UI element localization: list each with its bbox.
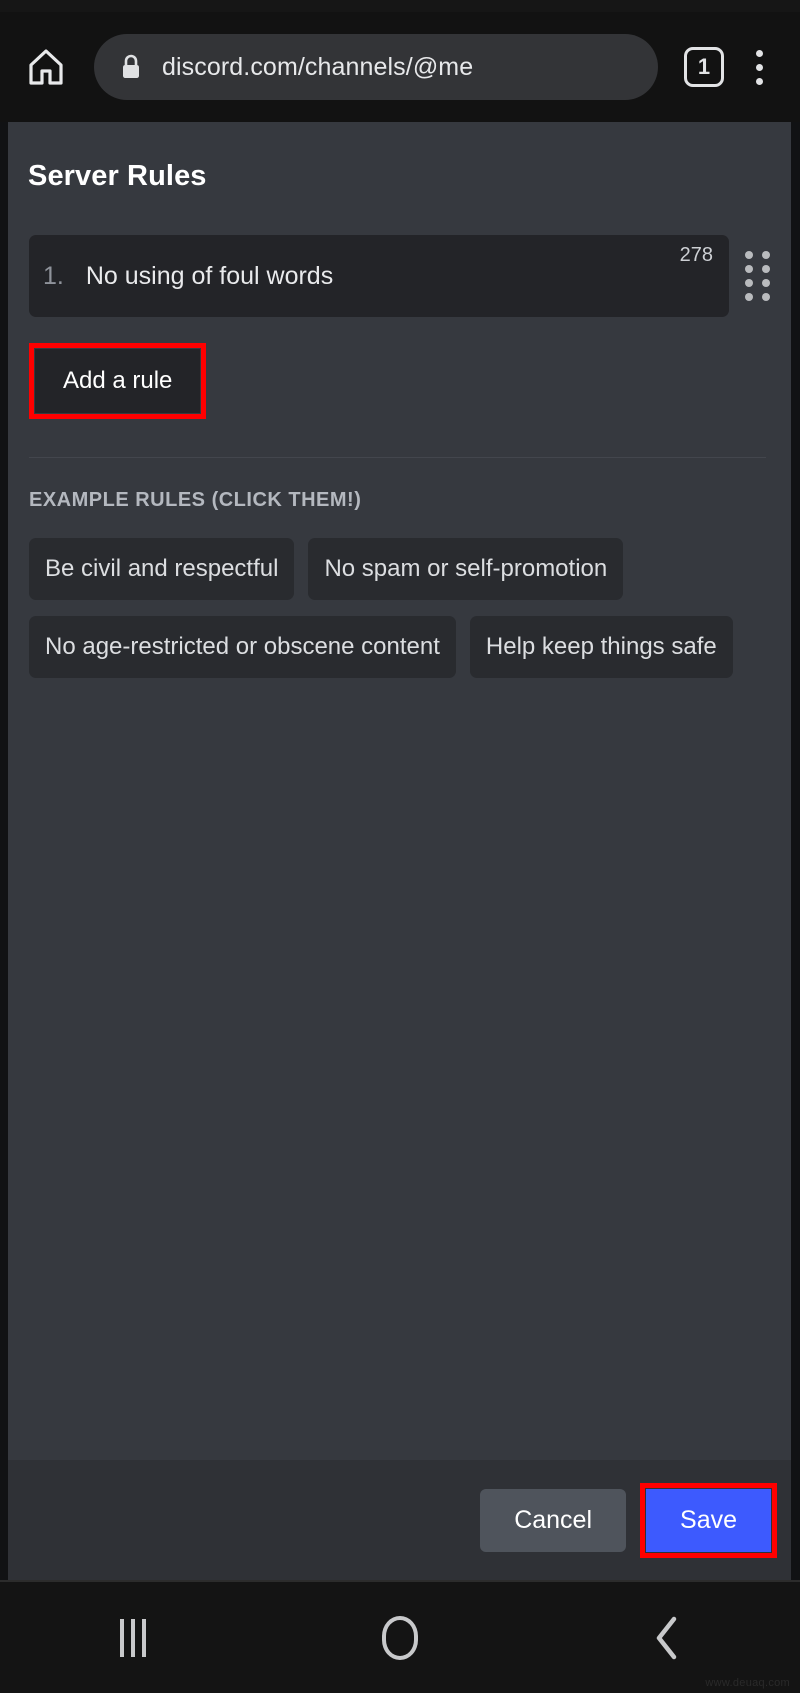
web-page-frame: Server Rules 1. No using of foul words 2… xyxy=(0,122,800,1580)
watermark: www.deuaq.com xyxy=(705,1677,790,1689)
lock-icon xyxy=(120,53,142,81)
add-rule-button[interactable]: Add a rule xyxy=(35,349,201,413)
drag-handle-icon[interactable] xyxy=(735,246,779,306)
server-rules-page: Server Rules 1. No using of foul words 2… xyxy=(8,122,791,1580)
rule-number: 1. xyxy=(43,261,64,290)
back-chevron-icon[interactable] xyxy=(607,1598,727,1678)
red-annotation-box-add-rule: Add a rule xyxy=(29,343,207,419)
action-bar: Cancel Save xyxy=(8,1460,791,1580)
character-counter: 278 xyxy=(679,244,713,266)
example-rules-list: Be civil and respectful No spam or self-… xyxy=(29,538,766,678)
red-annotation-box-save: Save xyxy=(640,1482,777,1558)
rule-row: 1. No using of foul words 278 xyxy=(8,235,791,317)
address-bar[interactable]: discord.com/channels/@me xyxy=(94,34,658,100)
add-rule-highlight: Add a rule xyxy=(29,343,207,419)
example-rules-label: EXAMPLE RULES (CLICK THEM!) xyxy=(29,489,362,511)
android-navigation-bar: www.deuaq.com xyxy=(0,1580,800,1693)
home-circle-icon[interactable] xyxy=(340,1598,460,1678)
rule-input[interactable]: 1. No using of foul words 278 xyxy=(29,235,729,317)
rule-text: No using of foul words xyxy=(85,261,334,290)
rules-content-area: Server Rules 1. No using of foul words 2… xyxy=(8,122,791,1460)
browser-toolbar: discord.com/channels/@me 1 xyxy=(0,12,800,122)
phone-screenshot: discord.com/channels/@me 1 Server Rules … xyxy=(0,0,800,1693)
home-icon[interactable] xyxy=(18,39,74,95)
example-rule-chip[interactable]: Help keep things safe xyxy=(469,616,733,678)
page-title: Server Rules xyxy=(28,160,207,192)
cancel-button[interactable]: Cancel xyxy=(480,1488,627,1552)
url-text: discord.com/channels/@me xyxy=(162,52,474,81)
recents-icon[interactable] xyxy=(73,1598,193,1678)
section-divider xyxy=(29,457,766,458)
overflow-menu-icon[interactable] xyxy=(736,39,782,95)
status-bar xyxy=(0,0,800,12)
example-rule-chip[interactable]: No spam or self-promotion xyxy=(308,538,624,600)
tab-counter-label: 1 xyxy=(697,54,711,79)
tab-counter-button[interactable]: 1 xyxy=(684,47,724,87)
example-rule-chip[interactable]: No age-restricted or obscene content xyxy=(29,616,456,678)
save-button[interactable]: Save xyxy=(646,1488,771,1552)
example-rule-chip[interactable]: Be civil and respectful xyxy=(29,538,295,600)
